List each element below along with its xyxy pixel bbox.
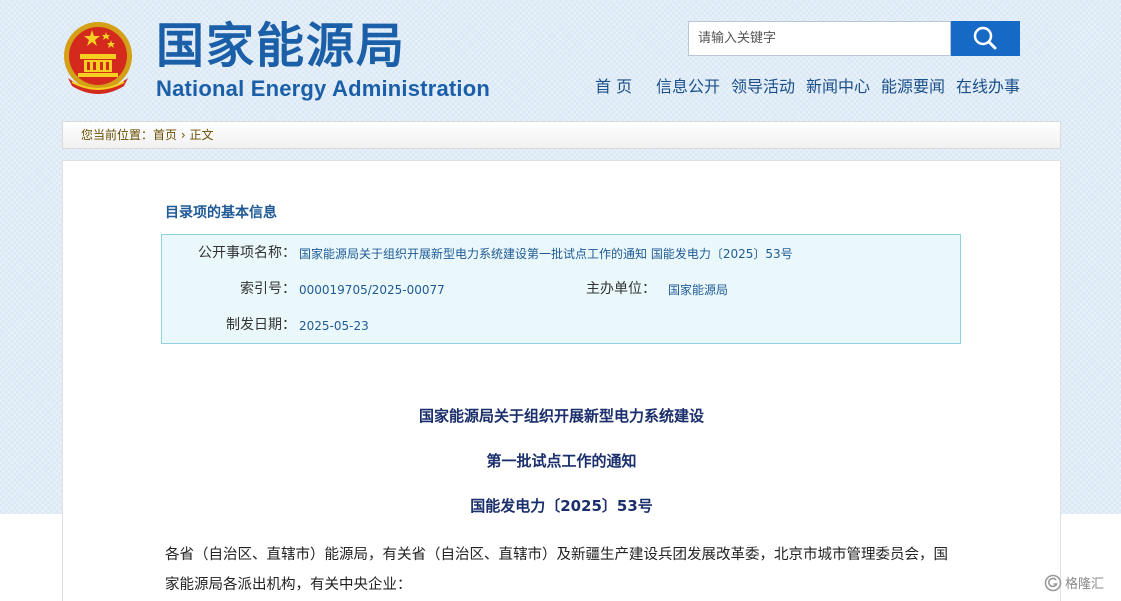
watermark-text: 格隆汇	[1065, 577, 1105, 592]
nav-leadership[interactable]: 领导活动	[731, 76, 795, 98]
search-input[interactable]: 请输入关键字	[688, 21, 951, 56]
content-panel	[62, 160, 1061, 601]
info-index-label: 索引号：	[240, 281, 296, 297]
info-name-label: 公开事项名称：	[198, 245, 296, 261]
site-logo-english[interactable]: National Energy Administration	[156, 76, 490, 102]
nav-info-disclosure[interactable]: 信息公开	[656, 76, 720, 98]
info-index-value: 000019705/2025-00077	[299, 283, 445, 297]
info-date-label: 制发日期：	[226, 317, 296, 333]
document-title-line-1: 国家能源局关于组织开展新型电力系统建设	[418, 407, 704, 425]
watermark: 格隆汇	[1044, 573, 1104, 592]
site-header: 国家能源局 National Energy Administration 请输入…	[0, 0, 1121, 120]
info-org-label: 主办单位：	[586, 281, 656, 297]
info-date-value: 2025-05-23	[299, 319, 369, 333]
site-logo-chinese[interactable]: 国家能源局	[156, 18, 406, 74]
document-title-line-2: 第一批试点工作的通知	[486, 452, 637, 470]
info-name-value: 国家能源局关于组织开展新型电力系统建设第一批试点工作的通知 国能发电力〔2025…	[299, 247, 793, 261]
watermark-logo-icon	[1044, 574, 1062, 591]
breadcrumb-current: 正文	[189, 128, 214, 142]
document-body-paragraph: 各省（自治区、直辖市）能源局，有关省（自治区、直辖市）及新疆生产建设兵团发展改革…	[165, 547, 948, 593]
search-button[interactable]	[951, 21, 1020, 56]
breadcrumb: 您当前位置：首页 › 正文	[62, 121, 1061, 149]
document-number: 国能发电力〔2025〕53号	[470, 497, 653, 515]
national-emblem-icon	[64, 22, 132, 94]
catalog-info-box: 公开事项名称： 国家能源局关于组织开展新型电力系统建设第一批试点工作的通知 国能…	[161, 234, 961, 344]
breadcrumb-prefix: 您当前位置：	[81, 128, 154, 142]
nav-energy-news[interactable]: 能源要闻	[881, 76, 945, 98]
breadcrumb-separator: ›	[180, 128, 186, 142]
search-icon	[973, 26, 997, 50]
nav-news-center[interactable]: 新闻中心	[806, 76, 870, 98]
info-section-title: 目录项的基本信息	[165, 205, 277, 221]
breadcrumb-home[interactable]: 首页	[153, 128, 177, 142]
nav-home[interactable]: 首 页	[595, 76, 632, 98]
nav-online-services[interactable]: 在线办事	[956, 76, 1020, 98]
info-org-value: 国家能源局	[668, 283, 729, 297]
